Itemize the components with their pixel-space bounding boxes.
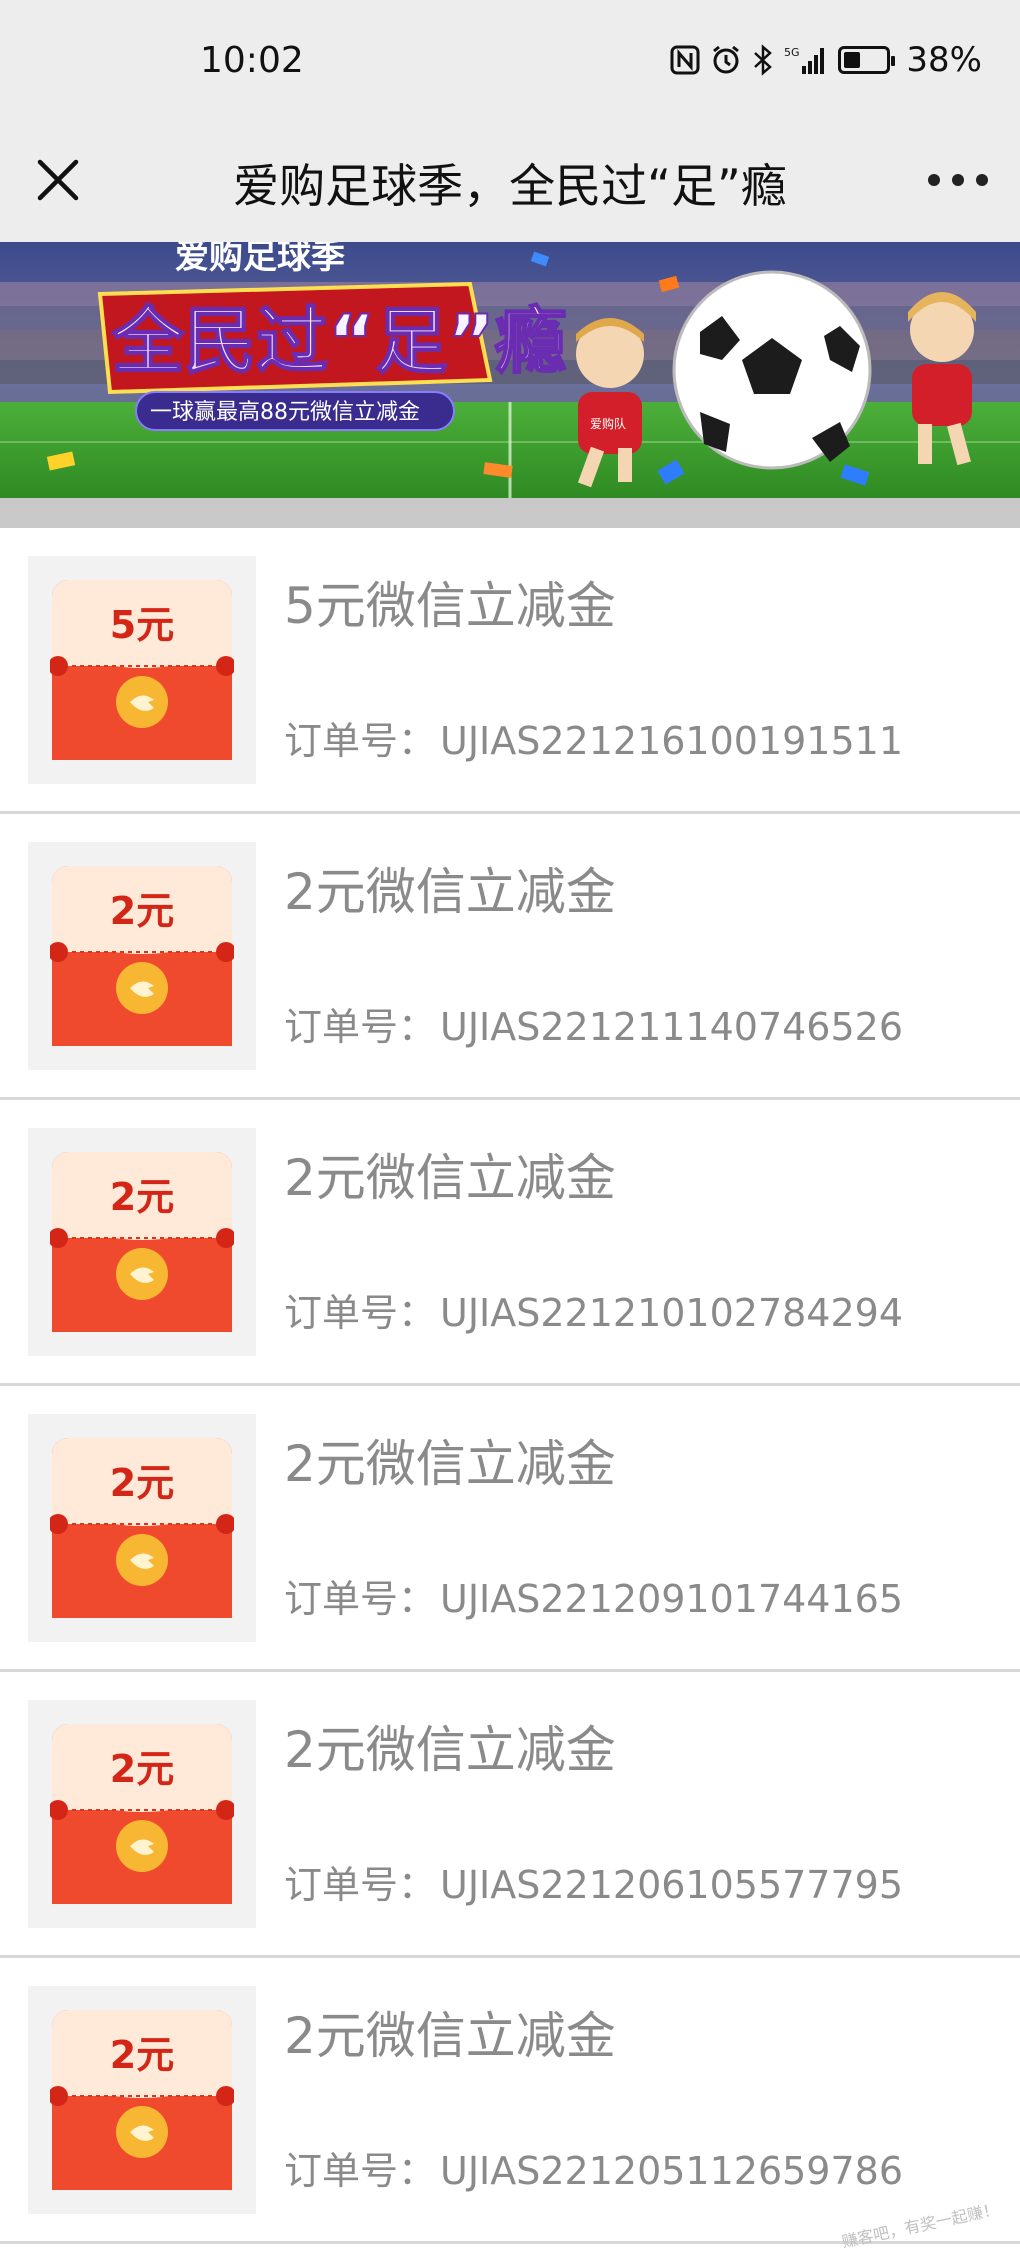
signal-icon: 5G: [784, 44, 828, 76]
envelope-amount: 2元: [110, 889, 174, 933]
coupon-list: 5元 5元微信立减金 订单号：UJIAS221216100191511 2元: [0, 528, 1020, 2244]
red-envelope-icon: 2元: [50, 1722, 234, 1906]
status-icons: 5G 38%: [670, 40, 982, 80]
status-time: 10:02: [200, 40, 304, 81]
order-value: UJIAS221206105577795: [440, 1863, 903, 1907]
order-number: 订单号：UJIAS221216100191511: [284, 710, 903, 765]
order-value: UJIAS221211140746526: [440, 1005, 903, 1049]
banner-headline: 全民过“足”瘾: [111, 299, 567, 383]
envelope-amount: 2元: [110, 2033, 174, 2077]
red-envelope-thumbnail: 5元: [28, 556, 256, 784]
order-number: 订单号：UJIAS221211140746526: [284, 996, 903, 1051]
red-envelope-icon: 5元: [50, 578, 234, 762]
list-item[interactable]: 2元 2元微信立减金 订单号：UJIAS221211140746526: [0, 814, 1020, 1100]
order-label: 订单号：: [284, 1005, 436, 1049]
red-envelope-thumbnail: 2元: [28, 1986, 256, 2214]
order-label: 订单号：: [284, 2149, 436, 2193]
banner-subline: 一球赢最高88元微信立减金: [150, 400, 420, 425]
red-envelope-thumbnail: 2元: [28, 842, 256, 1070]
list-item[interactable]: 2元 2元微信立减金 订单号：UJIAS221210102784294: [0, 1100, 1020, 1386]
envelope-amount: 2元: [110, 1175, 174, 1219]
order-value: UJIAS221209101744165: [440, 1577, 903, 1621]
red-envelope-icon: 2元: [50, 1150, 234, 1334]
item-title: 2元微信立减金: [284, 852, 616, 924]
banner-top-text: 爱购足球季: [175, 242, 345, 277]
order-value: UJIAS221216100191511: [440, 719, 903, 763]
list-item[interactable]: 2元 2元微信立减金 订单号：UJIAS221205112659786: [0, 1958, 1020, 2244]
red-envelope-icon: 2元: [50, 1436, 234, 1620]
envelope-amount: 5元: [110, 603, 174, 647]
red-envelope-icon: 2元: [50, 2008, 234, 2192]
list-item[interactable]: 2元 2元微信立减金 订单号：UJIAS221206105577795: [0, 1672, 1020, 1958]
battery-percent: 38%: [906, 40, 982, 80]
order-label: 订单号：: [284, 1577, 436, 1621]
page-title: 爱购足球季，全民过“足”瘾: [0, 150, 1020, 216]
red-envelope-icon: 2元: [50, 864, 234, 1048]
item-title: 2元微信立减金: [284, 1996, 616, 2068]
order-label: 订单号：: [284, 1863, 436, 1907]
item-title: 2元微信立减金: [284, 1424, 616, 1496]
red-envelope-thumbnail: 2元: [28, 1128, 256, 1356]
envelope-amount: 2元: [110, 1747, 174, 1791]
item-title: 5元微信立减金: [284, 566, 616, 638]
divider-strip: [0, 498, 1020, 528]
order-value: UJIAS221210102784294: [440, 1291, 903, 1335]
envelope-amount: 2元: [110, 1461, 174, 1505]
order-value: UJIAS221205112659786: [440, 2149, 903, 2193]
order-number: 订单号：UJIAS221205112659786: [284, 2140, 903, 2195]
bluetooth-icon: [752, 44, 774, 76]
battery-fill: [844, 52, 859, 68]
soccer-ball-illustration: [674, 272, 870, 468]
red-envelope-thumbnail: 2元: [28, 1700, 256, 1928]
battery-icon: [838, 46, 890, 74]
item-title: 2元微信立减金: [284, 1710, 616, 1782]
alarm-icon: [710, 44, 742, 76]
more-icon[interactable]: [928, 160, 988, 200]
list-item[interactable]: 2元 2元微信立减金 订单号：UJIAS221209101744165: [0, 1386, 1020, 1672]
jersey-text: 爱购队: [590, 416, 626, 431]
order-label: 订单号：: [284, 719, 436, 763]
nav-bar: 爱购足球季，全民过“足”瘾: [0, 130, 1020, 242]
list-item[interactable]: 5元 5元微信立减金 订单号：UJIAS221216100191511: [0, 528, 1020, 814]
network-label: 5G: [784, 46, 800, 59]
order-number: 订单号：UJIAS221206105577795: [284, 1854, 903, 1909]
order-label: 订单号：: [284, 1291, 436, 1335]
item-title: 2元微信立减金: [284, 1138, 616, 1210]
nfc-icon: [670, 45, 700, 75]
promo-banner[interactable]: 爱购足球季 全民过“足”瘾 一球赢最高88元微信立减金 爱购队: [0, 242, 1020, 498]
status-bar: 10:02 5G 38%: [0, 0, 1020, 130]
order-number: 订单号：UJIAS221209101744165: [284, 1568, 903, 1623]
order-number: 订单号：UJIAS221210102784294: [284, 1282, 903, 1337]
red-envelope-thumbnail: 2元: [28, 1414, 256, 1642]
